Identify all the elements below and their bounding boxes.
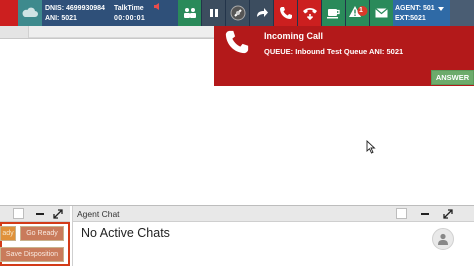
team-button[interactable] bbox=[178, 0, 201, 26]
expand-icon[interactable] bbox=[443, 209, 453, 219]
talktime-value: 00:00:01 bbox=[114, 15, 146, 22]
break-button[interactable] bbox=[322, 0, 345, 26]
mouse-cursor-icon bbox=[366, 140, 376, 154]
minimize-icon[interactable] bbox=[36, 213, 44, 215]
agent-menu[interactable]: AGENT: 501 EXT:5021 bbox=[393, 0, 450, 26]
transfer-icon bbox=[256, 8, 268, 17]
avatar[interactable] bbox=[432, 228, 454, 250]
left-panel-header bbox=[0, 206, 70, 222]
ready-button[interactable]: ady bbox=[0, 226, 16, 241]
team-icon bbox=[183, 8, 196, 18]
alert-icon bbox=[348, 6, 367, 17]
cloud-button[interactable] bbox=[18, 0, 42, 26]
incoming-phone-icon bbox=[225, 30, 249, 54]
go-ready-button[interactable]: Go Ready bbox=[20, 226, 64, 241]
pause-icon bbox=[209, 9, 218, 17]
no-chats-text: No Active Chats bbox=[81, 226, 170, 240]
phone-button[interactable] bbox=[274, 0, 297, 26]
transfer-button[interactable] bbox=[250, 0, 273, 26]
agent-label: AGENT: 501 bbox=[395, 5, 435, 12]
alerts-button[interactable]: 1 bbox=[346, 0, 369, 26]
ani-text: ANI: 5021 bbox=[45, 15, 77, 22]
record-button[interactable] bbox=[226, 0, 249, 26]
minimize-icon[interactable] bbox=[421, 213, 429, 215]
speaker-button[interactable] bbox=[152, 0, 178, 26]
save-disposition-button[interactable]: Save Disposition bbox=[0, 247, 64, 262]
status-indicator bbox=[0, 0, 18, 26]
hangup-button[interactable] bbox=[298, 0, 321, 26]
cloud-icon bbox=[22, 7, 38, 18]
coffee-icon bbox=[326, 9, 340, 19]
dnis-text: DNIS: 4699930984 bbox=[45, 5, 105, 12]
talktime-label: TalkTime bbox=[114, 5, 144, 12]
sub-toolbar-tab[interactable] bbox=[0, 26, 29, 38]
alert-count: 1 bbox=[359, 7, 363, 14]
panel-toggle[interactable] bbox=[13, 208, 24, 219]
talktime: TalkTime 00:00:01 bbox=[110, 0, 152, 26]
incoming-call-title: Incoming Call bbox=[264, 31, 324, 41]
agent-chat-header bbox=[72, 206, 474, 222]
call-info: DNIS: 4699930984 ANI: 5021 bbox=[42, 0, 110, 26]
record-icon bbox=[230, 5, 245, 21]
incoming-call-queue: QUEUE: Inbound Test Queue ANI: 5021 bbox=[264, 47, 404, 56]
top-toolbar: DNIS: 4699930984 ANI: 5021 TalkTime 00:0… bbox=[0, 0, 474, 26]
answer-button[interactable]: ANSWER bbox=[431, 70, 474, 85]
expand-icon[interactable] bbox=[53, 209, 63, 219]
ext-label: EXT:5021 bbox=[395, 15, 426, 22]
pause-button[interactable] bbox=[202, 0, 225, 26]
agent-chat-title: Agent Chat bbox=[77, 209, 120, 219]
phone-icon bbox=[279, 7, 292, 19]
mail-icon bbox=[375, 8, 388, 18]
panel-toggle[interactable] bbox=[396, 208, 407, 219]
chevron-down-icon bbox=[437, 7, 444, 11]
agent-desktop: DNIS: 4699930984 ANI: 5021 TalkTime 00:0… bbox=[0, 0, 474, 266]
speaker-icon bbox=[154, 3, 159, 10]
hangup-icon bbox=[302, 8, 317, 21]
user-icon bbox=[438, 233, 448, 245]
mail-button[interactable] bbox=[370, 0, 393, 26]
